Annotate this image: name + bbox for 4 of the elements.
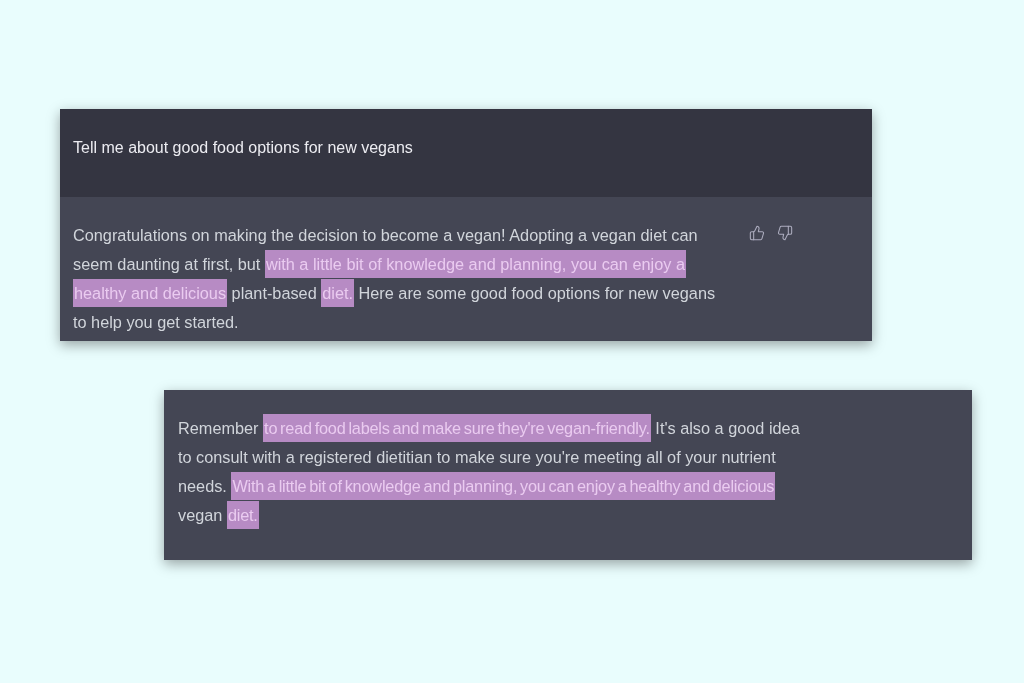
prompt-text: Tell me about good food options for new vegans xyxy=(73,138,414,158)
thumbs-down-icon[interactable] xyxy=(777,225,793,241)
excerpt-text: Remember to read food labels and make sure they're vegan-friendly. It's also a good idea to consult with a registered dietitian to make sure you're meeting all of your nutrient needs. With a little bit of knowledge and planning, you can enjoy a healthy and delicious vegan diet. xyxy=(178,414,804,530)
thumbs-up-icon[interactable] xyxy=(749,225,765,241)
